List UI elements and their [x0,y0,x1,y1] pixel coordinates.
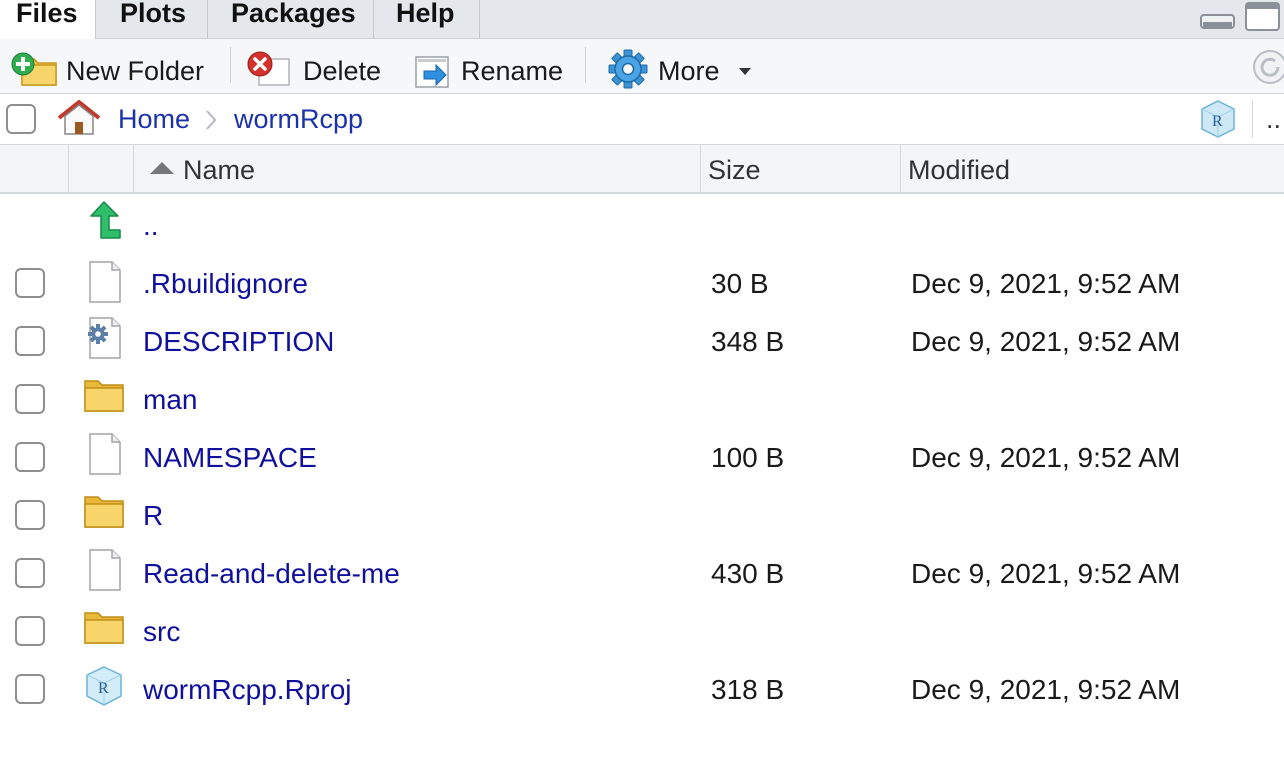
tab-packages[interactable]: Packages [208,0,374,38]
home-icon[interactable] [56,100,102,136]
text-file-icon [89,549,121,591]
folder-icon [84,496,124,528]
file-modified: Dec 9, 2021, 9:52 AM [911,558,1181,589]
chevron-down-icon [739,68,751,75]
maximize-icon[interactable] [1245,2,1281,32]
more-label: More [658,56,720,86]
tab-files[interactable]: Files [0,0,96,40]
description-file-icon [88,317,121,359]
table-row: src [0,603,1284,661]
header-modified-column[interactable]: Modified [900,145,1284,192]
file-name-link[interactable]: R [143,500,163,532]
go-to-project-icon[interactable]: R [1198,99,1238,139]
svg-text:R: R [1212,113,1223,130]
file-name-link[interactable]: DESCRIPTION [143,326,334,358]
row-checkbox[interactable] [15,558,45,588]
header-size-column[interactable]: Size [700,145,901,192]
file-name-link[interactable]: wormRcpp.Rproj [143,674,352,706]
folder-icon [84,380,124,412]
table-row: R wormRcpp.Rproj 318 B Dec 9, 2021, 9:52… [0,661,1284,719]
new-folder-button[interactable]: New Folder [8,39,218,93]
file-name-link[interactable]: .Rbuildignore [143,268,308,300]
parent-directory-row[interactable]: .. [0,196,1284,254]
files-toolbar: New Folder Delete Rename More [0,39,1284,94]
row-checkbox[interactable] [15,268,45,298]
breadcrumb-current-folder[interactable]: wormRcpp [234,104,363,134]
file-modified: Dec 9, 2021, 9:52 AM [911,674,1181,705]
table-row: .Rbuildignore 30 B Dec 9, 2021, 9:52 AM [0,255,1284,313]
file-modified: Dec 9, 2021, 9:52 AM [911,268,1181,299]
rename-button[interactable]: Rename [408,39,573,93]
delete-icon [247,51,290,86]
breadcrumb-home-link[interactable]: Home [118,104,190,134]
header-size-label: Size [708,155,761,185]
delete-label: Delete [303,56,382,86]
file-modified: Dec 9, 2021, 9:52 AM [911,442,1181,473]
file-name-link[interactable]: NAMESPACE [143,442,317,474]
table-row: R [0,487,1284,545]
path-overflow-button[interactable]: .. [1266,104,1281,134]
table-row: Read-and-delete-me 430 B Dec 9, 2021, 9:… [0,545,1284,603]
path-divider [1252,100,1253,138]
delete-button[interactable]: Delete [243,39,393,93]
tab-plots[interactable]: Plots [96,0,208,38]
file-size: 30 B [711,268,769,299]
row-checkbox[interactable] [15,326,45,356]
svg-text:R: R [98,680,109,697]
chevron-right-icon [206,110,217,130]
tab-help[interactable]: Help [374,0,480,38]
toolbar-divider [230,47,231,83]
rename-icon [415,56,449,88]
file-size: 318 B [711,674,785,705]
new-folder-label: New Folder [66,56,205,86]
text-file-icon [89,433,121,475]
tab-files-label: Files [16,0,78,28]
tab-packages-label: Packages [231,0,356,28]
row-checkbox[interactable] [15,442,45,472]
parent-directory-link[interactable]: .. [143,210,159,242]
toolbar-divider [585,47,586,83]
pane-tab-bar: Files Plots Packages Help [0,0,1284,40]
up-arrow-icon [90,201,121,239]
table-row: NAMESPACE 100 B Dec 9, 2021, 9:52 AM [0,429,1284,487]
new-folder-icon [11,52,57,86]
file-modified: Dec 9, 2021, 9:52 AM [911,326,1181,357]
more-menu-button[interactable]: More [604,39,764,93]
header-modified-label: Modified [908,155,1011,185]
file-size: 430 B [711,558,785,589]
file-list-header: Name Size Modified [0,145,1284,194]
header-icon-column [68,145,134,192]
file-size: 100 B [711,442,785,473]
minimize-icon[interactable] [1200,14,1236,30]
row-checkbox[interactable] [15,500,45,530]
file-name-link[interactable]: Read-and-delete-me [143,558,400,590]
file-name-link[interactable]: man [143,384,197,416]
tab-plots-label: Plots [120,0,187,28]
folder-icon [84,612,124,644]
row-checkbox[interactable] [15,674,45,704]
row-checkbox[interactable] [15,384,45,414]
tab-help-label: Help [396,0,455,28]
table-row: man [0,371,1284,429]
file-name-link[interactable]: src [143,616,180,648]
gear-icon [608,49,648,89]
sort-ascending-icon [150,162,174,174]
rename-label: Rename [461,56,564,86]
text-file-icon [89,261,121,303]
header-name-label: Name [183,155,256,185]
table-row: DESCRIPTION 348 B Dec 9, 2021, 9:52 AM [0,313,1284,371]
refresh-icon[interactable] [1252,49,1284,85]
header-name-column[interactable]: Name [133,145,701,192]
row-checkbox[interactable] [15,616,45,646]
select-all-checkbox[interactable] [6,104,36,134]
file-size: 348 B [711,326,785,357]
rproj-file-icon: R [86,666,122,706]
breadcrumb: Home wormRcpp R .. [0,94,1284,145]
